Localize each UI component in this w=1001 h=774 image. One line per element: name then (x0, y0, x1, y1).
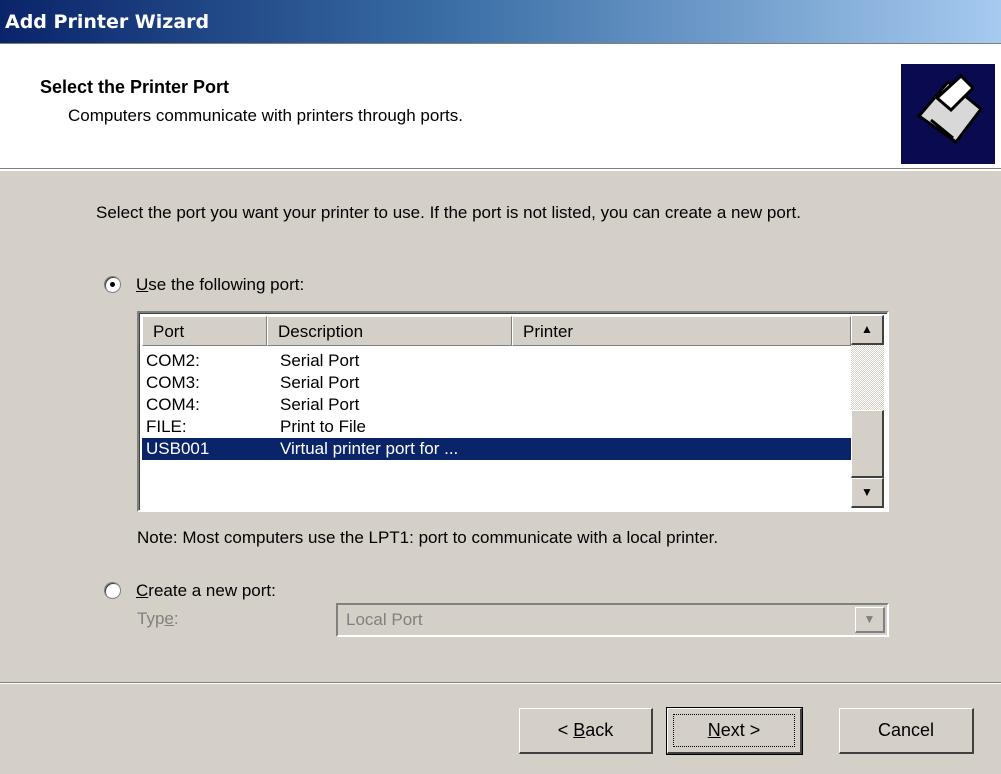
create-port-radio[interactable] (104, 582, 121, 599)
description-cell: Serial Port (280, 395, 360, 414)
window-title: Add Printer Wizard (5, 11, 210, 33)
column-header-description[interactable]: Description (267, 316, 512, 346)
create-port-label-rest: reate a new port: (148, 581, 276, 600)
port-row-com2[interactable]: COM2: Serial Port (142, 350, 851, 372)
triangle-down-icon: ▼ (861, 485, 873, 499)
port-row-usb001[interactable]: USB001 Virtual printer port for ... (142, 438, 851, 460)
note-text: Note: Most computers use the LPT1: port … (137, 528, 719, 547)
page-subtitle: Computers communicate with printers thro… (68, 106, 463, 125)
description-cell: Serial Port (280, 351, 360, 370)
printer-icon (901, 64, 995, 164)
use-port-radio[interactable] (104, 276, 121, 293)
use-port-label-rest: se the following port: (148, 275, 305, 294)
port-cell: COM4: (146, 395, 200, 414)
cancel-button[interactable]: Cancel (839, 708, 974, 754)
port-cell: FILE: (146, 417, 187, 436)
scroll-thumb[interactable] (851, 410, 884, 478)
port-type-select[interactable]: Local Port ▼ (336, 603, 889, 637)
type-label-suffix: : (173, 609, 179, 628)
type-label-prefix: Typ (137, 609, 165, 628)
description-cell: Print to File (280, 417, 366, 436)
port-list[interactable]: Port Description Printer COM2: Serial Po… (137, 311, 889, 512)
port-row-com4[interactable]: COM4: Serial Port (142, 394, 851, 416)
back-prefix: < (557, 720, 574, 740)
title-bar[interactable]: Add Printer Wizard (0, 0, 1001, 44)
back-button[interactable]: < Back (519, 708, 653, 754)
intro-text: Select the port you want your printer to… (96, 203, 801, 222)
description-cell: Serial Port (280, 373, 360, 392)
port-row-com3[interactable]: COM3: Serial Port (142, 372, 851, 394)
type-label: Type: (137, 609, 179, 629)
accel-b: B (573, 720, 586, 740)
button-separator (0, 682, 1001, 684)
port-row-file[interactable]: FILE: Print to File (142, 416, 851, 438)
create-port-label[interactable]: Create a new port: (136, 581, 276, 601)
column-header-port[interactable]: Port (142, 316, 267, 346)
accel-e: e (164, 609, 174, 628)
radio-dot (110, 282, 115, 287)
scroll-down-button[interactable]: ▼ (851, 478, 884, 508)
port-type-value: Local Port (346, 610, 423, 629)
back-rest: ack (585, 720, 614, 740)
chevron-down-icon: ▼ (863, 612, 876, 626)
next-button[interactable]: Next > (666, 707, 803, 755)
use-port-label[interactable]: Use the following port: (136, 275, 304, 295)
port-list-scrollbar[interactable]: ▲ ▼ (851, 315, 884, 508)
column-header-printer[interactable]: Printer (512, 316, 851, 346)
scroll-up-button[interactable]: ▲ (851, 315, 884, 345)
wizard-header: Select the Printer Port Computers commun… (0, 44, 1001, 171)
focus-rect (673, 714, 795, 747)
page-title: Select the Printer Port (40, 77, 230, 97)
triangle-up-icon: ▲ (861, 322, 873, 336)
accel-u: U (136, 275, 149, 294)
accel-c: C (136, 581, 149, 600)
port-cell: COM3: (146, 373, 200, 392)
port-cell: COM2: (146, 351, 200, 370)
port-cell: USB001 (146, 439, 210, 458)
description-cell: Virtual printer port for ... (280, 439, 459, 458)
dropdown-button[interactable]: ▼ (855, 607, 885, 633)
